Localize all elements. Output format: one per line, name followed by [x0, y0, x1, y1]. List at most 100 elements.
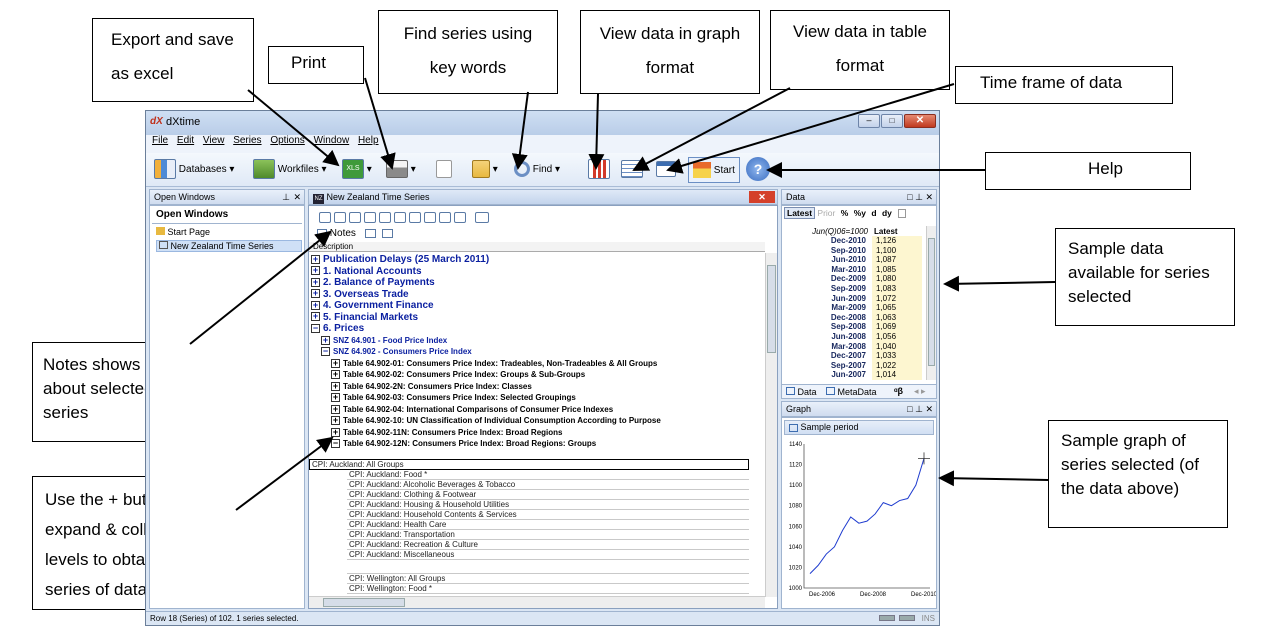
- menu-options[interactable]: Options: [270, 135, 304, 146]
- format-icon[interactable]: [394, 212, 406, 224]
- collapse-icon[interactable]: −: [311, 323, 320, 333]
- print-button[interactable]: ▾: [386, 159, 416, 181]
- data-scrollbar[interactable]: [926, 226, 936, 380]
- format-icon[interactable]: [454, 212, 466, 224]
- format-icon[interactable]: [319, 212, 331, 224]
- start-button[interactable]: Start: [688, 157, 740, 183]
- expand-icon[interactable]: +: [321, 335, 330, 345]
- collapse-icon[interactable]: −: [321, 347, 330, 357]
- expand-icon[interactable]: +: [331, 416, 340, 426]
- maximize-button[interactable]: □: [881, 114, 903, 128]
- tiles-icon[interactable]: [382, 228, 394, 238]
- close-panel-icon[interactable]: ✕: [293, 190, 301, 204]
- tree-table-node[interactable]: + Table 64.902-11N: Consumers Price Index…: [311, 427, 763, 439]
- format-icon[interactable]: [409, 212, 421, 224]
- expand-icon[interactable]: +: [311, 289, 320, 299]
- paste-button[interactable]: ▾: [472, 159, 498, 181]
- tree-subnode[interactable]: + SNZ 64.901 - Food Price Index: [311, 335, 763, 347]
- expand-icon[interactable]: +: [331, 381, 340, 391]
- open-window-start-page[interactable]: Start Page: [156, 227, 210, 237]
- tab-percent-y[interactable]: %y: [854, 208, 866, 218]
- sample-period-button[interactable]: Sample period: [784, 420, 934, 435]
- format-icon[interactable]: [379, 212, 391, 224]
- menu-help[interactable]: Help: [358, 135, 379, 146]
- series-row[interactable]: CPI: Wellington: All Groups: [347, 574, 749, 584]
- workfiles-button[interactable]: Workfiles ▾: [253, 159, 327, 181]
- tab-scroll-icon[interactable]: ◂ ▸: [914, 386, 926, 397]
- menu-window[interactable]: Window: [314, 135, 350, 146]
- series-row[interactable]: CPI: Auckland: Transportation: [347, 530, 749, 540]
- collapse-icon[interactable]: −: [331, 439, 340, 449]
- series-row-selected[interactable]: CPI: Auckland: All Groups: [309, 459, 749, 470]
- databases-button[interactable]: Databases ▾: [154, 159, 234, 181]
- tree-node[interactable]: +5. Financial Markets: [311, 312, 763, 324]
- expand-icon[interactable]: +: [311, 300, 320, 310]
- tree-node[interactable]: +3. Overseas Trade: [311, 289, 763, 301]
- copy-button[interactable]: [436, 159, 452, 181]
- series-row[interactable]: CPI: Auckland: Household Contents & Serv…: [347, 510, 749, 520]
- tree-table-node[interactable]: + Table 64.902-01: Consumers Price Index:…: [311, 358, 763, 370]
- format-icon[interactable]: [424, 212, 436, 224]
- tab-prior[interactable]: Prior: [817, 208, 835, 218]
- vertical-scrollbar[interactable]: [765, 253, 777, 597]
- expand-icon[interactable]: +: [311, 254, 320, 264]
- tree-table-node[interactable]: + Table 64.902-2N: Consumers Price Index:…: [311, 381, 763, 393]
- scroll-thumb[interactable]: [767, 265, 776, 353]
- tab-percent[interactable]: %: [841, 208, 849, 218]
- horizontal-scrollbar[interactable]: [309, 596, 765, 608]
- sum-icon[interactable]: [439, 212, 451, 224]
- series-row[interactable]: CPI: Auckland: Housing & Household Utili…: [347, 500, 749, 510]
- find-button[interactable]: Find ▾: [514, 159, 560, 181]
- time-frame-button[interactable]: [656, 159, 676, 181]
- copy-icon[interactable]: [898, 209, 907, 219]
- menu-file[interactable]: File: [152, 135, 168, 146]
- series-row[interactable]: CPI: Auckland: Miscellaneous: [347, 550, 749, 560]
- pane-controls-icon[interactable]: □ ⊥ ✕: [907, 190, 933, 204]
- series-row[interactable]: CPI: Auckland: Alcoholic Beverages & Tob…: [347, 480, 749, 490]
- tab-data[interactable]: Data: [786, 387, 817, 397]
- close-series-pane-button[interactable]: ✕: [749, 191, 775, 203]
- series-row[interactable]: CPI: Auckland: Recreation & Culture: [347, 540, 749, 550]
- open-window-nz-series[interactable]: New Zealand Time Series: [156, 240, 302, 252]
- tab-latest[interactable]: Latest: [784, 207, 816, 219]
- tree-node[interactable]: +1. National Accounts: [311, 266, 763, 278]
- tab-dy[interactable]: dy: [882, 208, 892, 218]
- export-excel-button[interactable]: XLS ▾: [342, 159, 372, 181]
- help-button[interactable]: ?: [746, 157, 770, 181]
- description-column-header[interactable]: Description: [309, 242, 765, 252]
- tree-node[interactable]: +2. Balance of Payments: [311, 277, 763, 289]
- series-row[interactable]: CPI: Auckland: Health Care: [347, 520, 749, 530]
- notes-button[interactable]: Notes: [330, 228, 356, 239]
- expand-icon[interactable]: +: [331, 358, 340, 368]
- expand-icon[interactable]: +: [311, 266, 320, 276]
- tree-subnode[interactable]: − SNZ 64.902 - Consumers Price Index: [311, 346, 763, 358]
- format-icon[interactable]: [364, 212, 376, 224]
- tree-table-node[interactable]: + Table 64.902-02: Consumers Price Index:…: [311, 369, 763, 381]
- menu-series[interactable]: Series: [233, 135, 261, 146]
- format-icon[interactable]: [349, 212, 361, 224]
- format-icon[interactable]: [334, 212, 346, 224]
- tab-metadata[interactable]: MetaData: [826, 387, 877, 397]
- tree-table-node[interactable]: − Table 64.902-12N: Consumers Price Index…: [311, 438, 763, 450]
- scroll-thumb[interactable]: [323, 598, 405, 607]
- table-view-button[interactable]: [621, 159, 643, 181]
- tree-node[interactable]: −6. Prices: [311, 323, 763, 335]
- expand-icon[interactable]: +: [311, 312, 320, 322]
- tree-table-node[interactable]: + Table 64.902-04: International Comparis…: [311, 404, 763, 416]
- expand-icon[interactable]: +: [331, 370, 340, 380]
- tree-table-node[interactable]: + Table 64.902-03: Consumers Price Index:…: [311, 392, 763, 404]
- function-icon[interactable]: [475, 212, 489, 224]
- tab-d[interactable]: d: [871, 208, 876, 218]
- series-row[interactable]: CPI: Auckland: Clothing & Footwear: [347, 490, 749, 500]
- expand-icon[interactable]: +: [331, 393, 340, 403]
- pane-controls-icon[interactable]: □ ⊥ ✕: [907, 402, 933, 416]
- expand-icon[interactable]: +: [331, 427, 340, 437]
- menu-edit[interactable]: Edit: [177, 135, 194, 146]
- expand-icon[interactable]: +: [311, 277, 320, 287]
- series-row[interactable]: CPI: Auckland: Food *: [347, 470, 749, 480]
- scroll-thumb[interactable]: [928, 238, 935, 366]
- close-button[interactable]: ✕: [904, 114, 936, 128]
- tree-node[interactable]: +4. Government Finance: [311, 300, 763, 312]
- expand-icon[interactable]: +: [331, 404, 340, 414]
- calendar-icon[interactable]: [364, 228, 376, 238]
